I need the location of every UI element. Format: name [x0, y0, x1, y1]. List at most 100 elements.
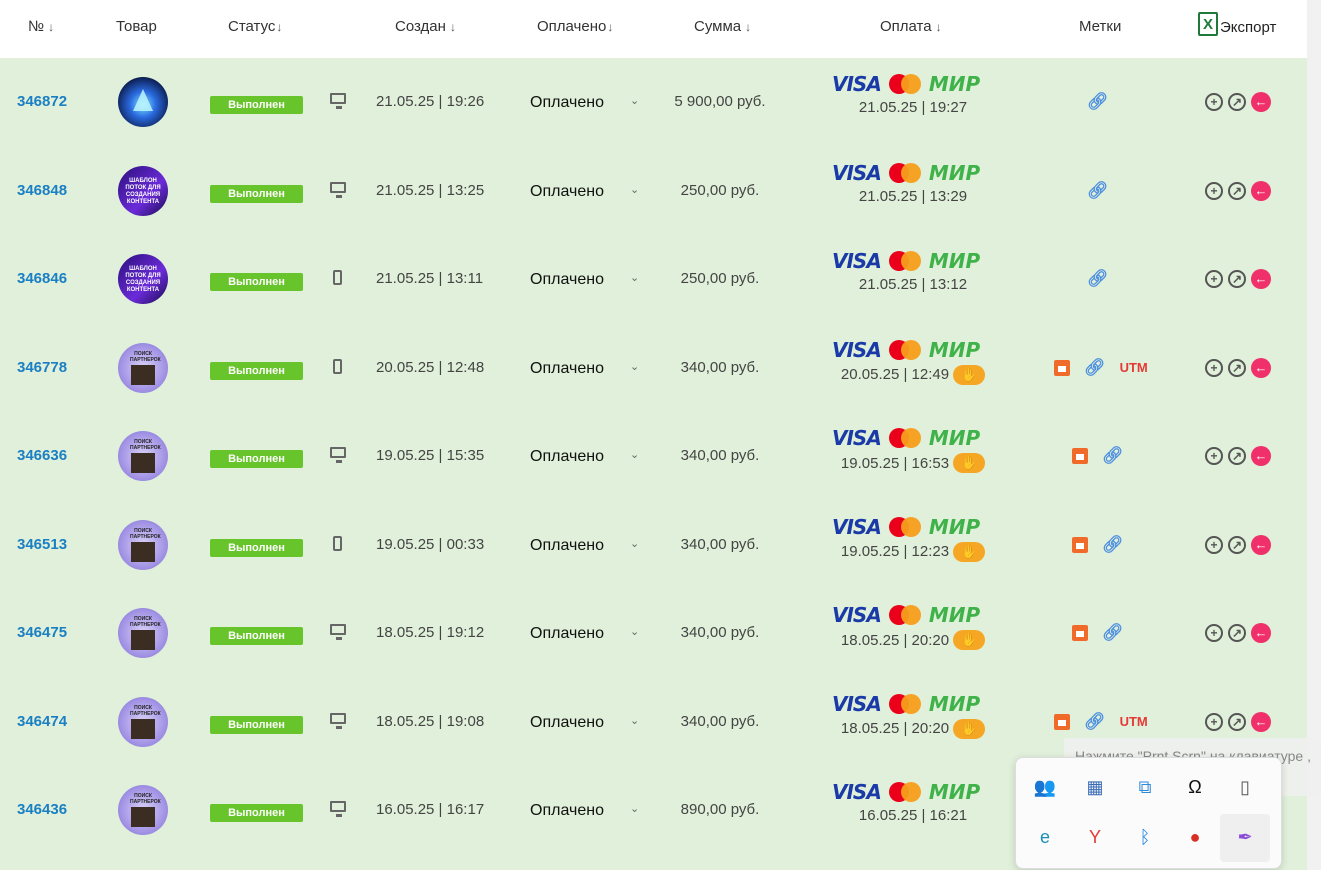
chevron-down-icon[interactable]: ⌄	[630, 537, 639, 550]
order-id-link[interactable]: 346848	[17, 182, 67, 199]
back-icon[interactable]: ←	[1251, 711, 1271, 732]
back-icon[interactable]: ←	[1251, 92, 1271, 112]
edit-icon[interactable]: ↗	[1228, 358, 1246, 377]
calendar-icon[interactable]	[1072, 625, 1088, 641]
eset-icon[interactable]: e	[1030, 822, 1060, 852]
link-icon[interactable]: 🔗︎	[1102, 535, 1124, 555]
link-icon[interactable]: 🔗︎	[1102, 623, 1124, 643]
product-avatar[interactable]: ПОИСК ПАРТНЕРОК	[118, 519, 168, 570]
zoom-icon[interactable]: +	[1205, 712, 1223, 731]
product-avatar[interactable]	[118, 77, 168, 127]
order-id-link[interactable]: 346872	[17, 93, 67, 110]
zoom-icon[interactable]: +	[1205, 270, 1223, 288]
calendar-icon[interactable]	[1054, 713, 1070, 730]
zoom-icon[interactable]: +	[1205, 358, 1223, 377]
zoom-icon[interactable]: +	[1205, 535, 1223, 554]
payment-date-line: 16.05.25 | 16:21	[832, 807, 994, 824]
chevron-down-icon[interactable]: ⌄	[630, 802, 639, 815]
tags-cell: 🔗︎ UTM	[1054, 712, 1148, 732]
bluetooth-icon[interactable]: ᛒ	[1130, 822, 1160, 852]
edit-icon[interactable]: ↗	[1228, 270, 1246, 288]
edit-icon[interactable]: ↗	[1228, 624, 1246, 642]
zoom-icon[interactable]: +	[1205, 447, 1223, 465]
order-id-link[interactable]: 346475	[17, 624, 67, 641]
payment-date-line: 18.05.25 | 20:20 ✋	[832, 718, 994, 739]
payment-info: VISA МИР 19.05.25 | 12:23 ✋	[832, 515, 994, 562]
header-paid[interactable]: Оплачено↓	[537, 18, 613, 35]
product-avatar[interactable]: ПОИСК ПАРТНЕРОК	[118, 785, 168, 835]
header-created[interactable]: Создан ↓	[395, 18, 456, 35]
calendar-icon[interactable]	[1072, 536, 1088, 553]
visa-logo: VISA	[832, 691, 882, 716]
chevron-down-icon[interactable]: ⌄	[630, 448, 639, 461]
header-status[interactable]: Статус↓	[228, 18, 282, 35]
zoom-icon[interactable]: +	[1205, 93, 1223, 111]
back-icon[interactable]: ←	[1251, 446, 1271, 466]
calendar-icon[interactable]	[1054, 359, 1070, 376]
edit-icon[interactable]: ↗	[1228, 447, 1246, 465]
product-avatar[interactable]: ПОИСК ПАРТНЕРОК	[118, 696, 168, 747]
back-icon[interactable]: ←	[1251, 180, 1271, 201]
usb-drive-icon[interactable]: ▯	[1230, 772, 1260, 802]
header-sum[interactable]: Сумма ↓	[694, 18, 751, 35]
payment-info: VISA МИР 16.05.25 | 16:21	[832, 780, 994, 824]
chevron-down-icon[interactable]: ⌄	[630, 625, 639, 638]
utm-tag[interactable]: UTM	[1120, 714, 1148, 729]
product-avatar[interactable]: ПОИСК ПАРТНЕРОК	[118, 608, 168, 658]
avatar-caption: ПОИСК ПАРТНЕРОК	[130, 439, 161, 451]
yandex-icon[interactable]: Y	[1080, 822, 1110, 852]
zoom-icon[interactable]: +	[1205, 624, 1223, 642]
chevron-down-icon[interactable]: ⌄	[630, 271, 639, 284]
link-icon[interactable]: 🔗︎	[1084, 712, 1106, 732]
chevron-down-icon[interactable]: ⌄	[630, 94, 639, 107]
link-icon[interactable]: 🔗︎	[1087, 269, 1109, 289]
product-avatar[interactable]: ШАБЛОН ПОТОК ДЛЯ СОЗДАНИЯ КОНТЕНТА	[118, 254, 168, 304]
teams-icon[interactable]: 👥	[1030, 772, 1060, 802]
link-icon[interactable]: 🔗︎	[1087, 92, 1109, 112]
edit-icon[interactable]: ↗	[1228, 535, 1246, 554]
header-payment[interactable]: Оплата ↓	[880, 18, 942, 35]
header-num[interactable]: № ↓	[28, 18, 54, 35]
edit-icon[interactable]: ↗	[1228, 93, 1246, 111]
chevron-down-icon[interactable]: ⌄	[630, 360, 639, 373]
edit-icon[interactable]: ↗	[1228, 181, 1246, 200]
utm-tag[interactable]: UTM	[1120, 360, 1148, 375]
link-icon[interactable]: 🔗︎	[1084, 358, 1106, 378]
order-id-link[interactable]: 346636	[17, 447, 67, 464]
order-id-link[interactable]: 346846	[17, 270, 67, 287]
mir-logo: МИР	[928, 249, 981, 273]
export-button[interactable]: X Экспорт	[1198, 12, 1276, 36]
feather-icon[interactable]: ✒	[1230, 822, 1260, 852]
zoom-icon[interactable]: +	[1205, 181, 1223, 200]
mastercard-logo	[888, 251, 921, 271]
calendar-icon[interactable]	[1072, 448, 1088, 464]
product-avatar[interactable]: ШАБЛОН ПОТОК ДЛЯ СОЗДАНИЯ КОНТЕНТА	[118, 165, 168, 216]
back-icon[interactable]: ←	[1251, 269, 1271, 289]
back-icon[interactable]: ←	[1251, 534, 1271, 555]
back-icon[interactable]: ←	[1251, 357, 1271, 378]
chrome-notification-icon[interactable]: ●	[1180, 822, 1210, 852]
screen-capture-icon[interactable]: ▦	[1080, 772, 1110, 802]
edit-icon[interactable]: ↗	[1228, 712, 1246, 731]
status-badge: Выполнен	[210, 538, 303, 557]
created-date: 21.05.25 | 19:26	[376, 93, 485, 110]
chevron-down-icon[interactable]: ⌄	[630, 714, 639, 727]
order-id-link[interactable]: 346513	[17, 536, 67, 553]
order-id-link[interactable]: 346778	[17, 359, 67, 376]
link-icon[interactable]: 🔗︎	[1087, 181, 1109, 201]
order-id-link[interactable]: 346436	[17, 801, 67, 818]
paid-status: Оплачено	[530, 625, 604, 642]
product-avatar[interactable]: ПОИСК ПАРТНЕРОК	[118, 342, 168, 393]
mir-logo: МИР	[928, 160, 981, 185]
paid-status: Оплачено	[530, 94, 604, 111]
screen-share-icon[interactable]: ⧉	[1130, 772, 1160, 802]
manual-payment-icon: ✋	[953, 718, 986, 739]
desktop-icon	[330, 93, 346, 109]
notion-icon[interactable]: Ω	[1180, 772, 1210, 802]
link-icon[interactable]: 🔗︎	[1102, 446, 1124, 466]
chevron-down-icon[interactable]: ⌄	[630, 183, 639, 196]
product-avatar[interactable]: ПОИСК ПАРТНЕРОК	[118, 431, 168, 481]
order-id-link[interactable]: 346474	[17, 713, 67, 730]
back-icon[interactable]: ←	[1251, 623, 1271, 643]
avatar-picture	[131, 364, 155, 385]
